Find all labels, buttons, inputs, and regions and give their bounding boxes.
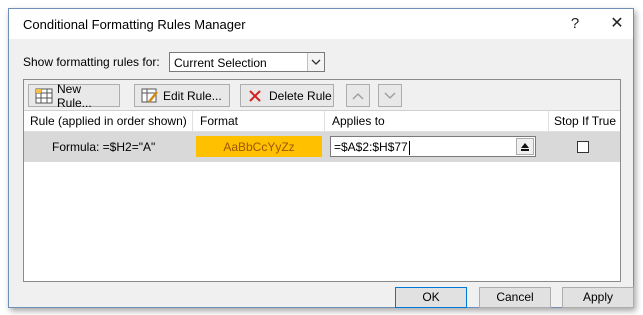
- show-rules-label: Show formatting rules for:: [23, 55, 160, 69]
- new-rule-label: New Rule...: [57, 81, 92, 110]
- rule-description: Formula: =$H2="A": [52, 140, 156, 154]
- new-rule-icon: [35, 88, 53, 104]
- rules-table-header: Rule (applied in order shown) Format App…: [24, 111, 620, 132]
- collapse-dialog-icon[interactable]: [516, 138, 534, 155]
- format-preview-text: AaBbCcYyZz: [223, 139, 295, 154]
- edit-rule-icon: [141, 88, 159, 104]
- column-header-applies-to[interactable]: Applies to: [332, 114, 385, 128]
- move-down-button[interactable]: [378, 84, 402, 107]
- chevron-down-icon[interactable]: [307, 53, 324, 71]
- close-button[interactable]: ✕: [597, 13, 637, 35]
- edit-rule-button[interactable]: Edit Rule...: [134, 84, 230, 107]
- table-row[interactable]: Formula: =$H2="A" AaBbCcYyZz =$A$2:$H$77: [24, 132, 620, 162]
- conditional-formatting-dialog: Conditional Formatting Rules Manager ? ✕…: [8, 8, 634, 308]
- delete-rule-button[interactable]: Delete Rule: [240, 84, 334, 107]
- show-rules-value: Current Selection: [174, 56, 267, 70]
- delete-x-icon: [247, 88, 265, 104]
- column-header-stop-if-true[interactable]: Stop If True: [554, 114, 616, 128]
- chevron-down-icon: [384, 89, 396, 103]
- ok-button[interactable]: OK: [395, 287, 467, 308]
- chevron-up-icon: [352, 89, 364, 103]
- dialog-title: Conditional Formatting Rules Manager: [23, 17, 246, 32]
- column-header-format[interactable]: Format: [200, 114, 238, 128]
- stop-if-true-checkbox[interactable]: [577, 141, 589, 153]
- move-up-button[interactable]: [346, 84, 370, 107]
- cancel-button[interactable]: Cancel: [479, 287, 551, 308]
- rules-toolbar: New Rule... Edit Rule... Delete Rule: [24, 80, 620, 111]
- rules-panel: New Rule... Edit Rule... Delete Rule Rul…: [23, 79, 621, 282]
- edit-rule-label: Edit Rule...: [163, 88, 222, 103]
- show-rules-dropdown[interactable]: Current Selection: [169, 52, 325, 72]
- new-rule-button[interactable]: New Rule...: [28, 81, 120, 110]
- column-header-rule[interactable]: Rule (applied in order shown): [30, 114, 187, 128]
- help-button[interactable]: ?: [555, 13, 595, 35]
- applies-to-value: =$A$2:$H$77: [334, 140, 410, 155]
- format-preview: AaBbCcYyZz: [196, 136, 322, 157]
- title-bar: Conditional Formatting Rules Manager ? ✕: [9, 9, 633, 39]
- applies-to-input[interactable]: =$A$2:$H$77: [330, 136, 536, 157]
- delete-rule-label: Delete Rule: [269, 88, 332, 103]
- apply-button[interactable]: Apply: [562, 287, 634, 308]
